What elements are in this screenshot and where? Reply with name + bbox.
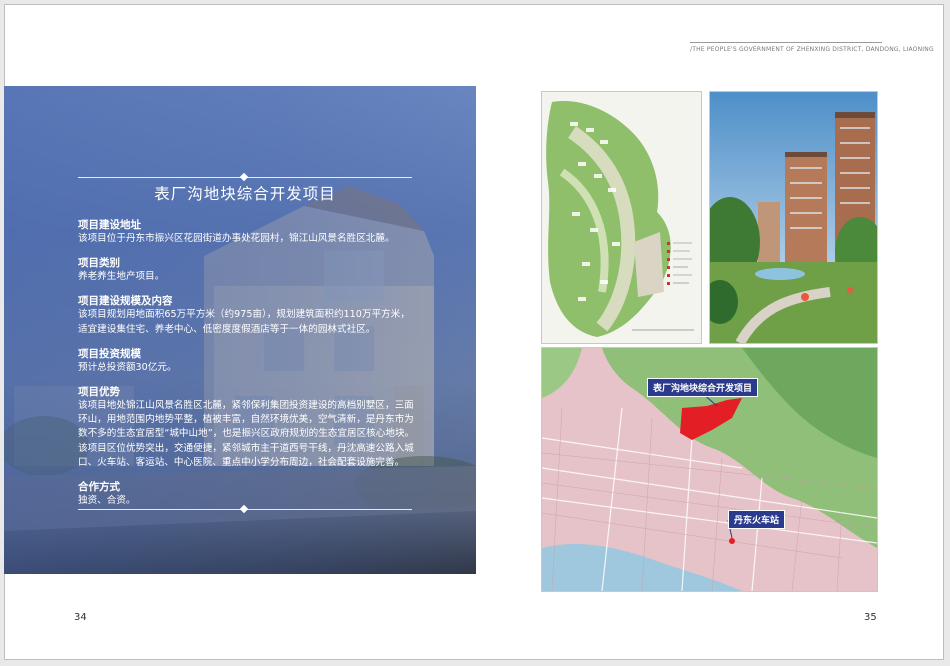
title-top-rule (78, 172, 412, 182)
project-info-panel: 表厂沟地块综合开发项目 项目建设地址 该项目位于丹东市振兴区花园街道办事处花园村… (4, 86, 476, 574)
section-advantages: 项目优势 该项目地处锦江山风景名胜区北麓，紧邻保利集团投资建设的高档别墅区，三面… (78, 385, 416, 470)
project-sections: 项目建设地址 该项目位于丹东市振兴区花园街道办事处花园村，锦江山风景名胜区北麓。… (78, 218, 416, 518)
residential-rendering-image (709, 91, 878, 344)
section-heading: 项目建设地址 (78, 219, 141, 231)
section-body: 预计总投资额30亿元。 (78, 361, 177, 373)
master-plan-image (541, 91, 702, 344)
section-heading: 项目优势 (78, 386, 120, 399)
project-title: 表厂沟地块综合开发项目 (154, 185, 336, 203)
residential-rendering-drawing (710, 92, 877, 343)
section-heading: 项目建设规模及内容 (78, 295, 173, 308)
train-station-label: 丹东火车站 (728, 510, 786, 529)
section-body: 该项目位于丹东市振兴区花园街道办事处花园村，锦江山风景名胜区北麓。 (78, 233, 395, 244)
section-heading: 合作方式 (78, 481, 120, 494)
section-heading: 项目类别 (78, 257, 120, 270)
page-number-right: 35 (864, 612, 877, 623)
page-number-left: 34 (74, 612, 87, 623)
location-map: 表厂沟地块综合开发项目 丹东火车站 (541, 347, 878, 592)
header-text: /THE PEOPLE'S GOVERNMENT OF ZHENXING DIS… (690, 46, 934, 53)
section-body: 独资、合资。 (78, 495, 136, 507)
section-body: 该项目规划用地面积65万平方米（约975亩），规划建筑面积约110万平方米，适宜… (78, 309, 410, 335)
section-scale: 项目建设规模及内容 该项目规划用地面积65万平方米（约975亩），规划建筑面积约… (78, 294, 416, 336)
master-plan-drawing (542, 92, 701, 343)
bottom-rule (78, 504, 412, 514)
header-rule (690, 42, 882, 43)
section-body: 养老养生地产项目。 (78, 271, 165, 283)
section-heading: 项目投资规模 (78, 347, 141, 360)
project-site-label: 表厂沟地块综合开发项目 (647, 378, 759, 397)
section-address: 项目建设地址 该项目位于丹东市振兴区花园街道办事处花园村，锦江山风景名胜区北麓。 (78, 218, 416, 246)
section-category: 项目类别 养老养生地产项目。 (78, 256, 416, 284)
section-body: 该项目地处锦江山风景名胜区北麓，紧邻保利集团投资建设的高档别墅区，三面环山，用地… (78, 400, 415, 468)
section-cooperation: 合作方式 独资、合资。 (78, 480, 416, 508)
section-investment: 项目投资规模 预计总投资额30亿元。 (78, 347, 416, 375)
